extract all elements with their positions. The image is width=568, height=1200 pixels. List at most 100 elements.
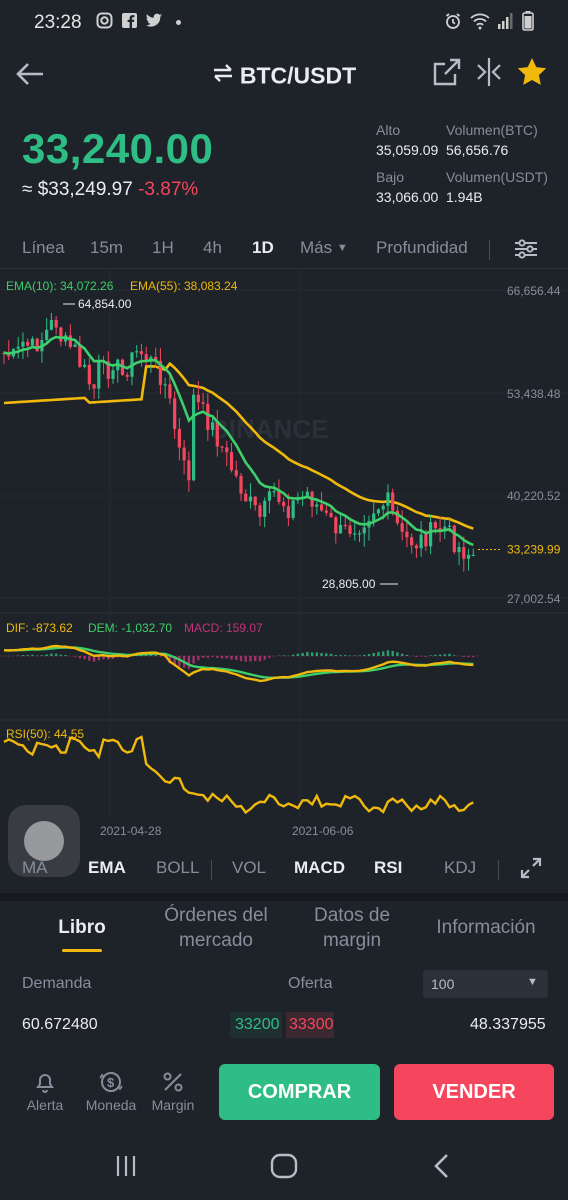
tf-more[interactable]: Más ▼ [300,238,348,258]
candle-body [315,504,319,507]
tab-libro[interactable]: Libro [40,915,124,940]
candle-body [433,522,437,529]
last-price: 33,240.00 [22,125,214,172]
vol-usdt-stat: Volumen(USDT) 1.94B [446,169,548,205]
candle-body [192,394,196,481]
ind-rsi[interactable]: RSI [374,858,402,878]
candle-body [163,384,167,386]
tf-15m[interactable]: 15m [90,238,123,258]
ind-ma[interactable]: MA [22,858,48,878]
depth-select-value: 100 [431,976,455,992]
tf-divider [489,240,490,260]
tf-line[interactable]: Línea [22,238,65,258]
tf-depth[interactable]: Profundidad [376,238,468,258]
tab-market-orders-line1: Órdenes del [164,905,268,926]
favorite-star-icon[interactable] [516,56,548,93]
status-bar: 23:28 [0,0,568,44]
macd-bar [306,652,309,656]
rsi-path [3,735,474,815]
macd-bar [235,656,238,661]
ask-qty: 48.337955 [470,1016,546,1033]
tf-4h[interactable]: 4h [203,238,222,258]
candle-body [234,470,238,476]
macd-bar [400,653,404,656]
price-chart[interactable]: BINANCE EMA(10): 34,072.26 EMA(55): 38,0… [0,268,568,858]
ind-vol[interactable]: VOL [232,858,266,878]
candle-body [177,429,181,448]
macd-bar [348,655,352,656]
macd-bar [225,656,228,659]
candle-body [447,525,452,527]
chart-settings-icon[interactable] [513,238,539,265]
back-icon[interactable] [432,1153,452,1184]
notification-dot-icon [176,20,181,25]
high-stat: Alto 35,059.09 [376,122,438,158]
ind-kdj[interactable]: KDJ [444,858,476,878]
ind-macd[interactable]: MACD [294,858,345,878]
candle-body [391,492,395,511]
assistant-dot-icon [24,821,64,861]
margin-button[interactable]: Margin [148,1070,198,1113]
macd-bar [187,656,191,669]
macd-bar [201,656,205,658]
macd-bar [391,650,394,656]
macd-bar [154,654,157,656]
facebook-icon [121,12,138,34]
macd-bar [448,653,451,656]
tab-info[interactable]: Información [424,915,548,940]
recent-apps-icon[interactable] [114,1154,138,1183]
candle-body [457,547,461,553]
price-fiat: ≈ $33,249.97 -3.87% [22,179,213,201]
buy-button[interactable]: COMPRAR [219,1064,380,1120]
header-bar: BTC/USDT [0,44,568,104]
candle-body [229,452,234,471]
macd-bar [73,656,77,657]
macd-bar [358,655,361,656]
ind-boll[interactable]: BOLL [156,858,199,878]
ema55-line [3,361,474,530]
tf-1h[interactable]: 1H [152,238,174,258]
candle-body [73,344,77,347]
alert-button[interactable]: Alerta [20,1070,70,1113]
macd-bar [438,654,442,656]
depth-select[interactable]: 100 ▼ [423,970,548,998]
tab-market-orders[interactable]: Órdenes del mercado [150,903,282,953]
sell-button[interactable]: VENDER [394,1064,554,1120]
tab-margin-data[interactable]: Datos de margin [300,903,404,953]
ema55-path [3,361,474,530]
candle-body [92,384,96,389]
candle-body [291,500,295,519]
tf-1d[interactable]: 1D [252,238,274,258]
candle-body [462,547,466,559]
candle-body [277,491,281,502]
compare-icon[interactable] [475,57,503,92]
low-value: 33,066.00 [376,189,439,205]
candle-body [381,505,385,510]
home-icon[interactable] [270,1153,298,1184]
candle-body [400,523,404,532]
macd-bar [197,656,200,661]
macd-bar [434,654,437,656]
candle-body [466,554,471,559]
macd-bar [419,656,423,657]
macd-bar [35,655,39,656]
candle-body [319,504,324,511]
macd-bar [220,656,224,659]
macd-bar [258,656,262,662]
chart-watermark: BINANCE [210,414,328,444]
battery-icon [522,11,534,36]
share-icon[interactable] [433,58,461,91]
macd-bar [424,656,428,657]
candle-body [414,545,418,549]
candle-body [353,533,357,535]
coin-button[interactable]: $ Moneda [82,1070,140,1113]
candle-body [82,364,87,367]
alarm-icon [444,12,462,35]
vol-usdt-value: 1.94B [446,189,483,205]
swap-icon [212,62,234,90]
ind-ema[interactable]: EMA [88,858,126,878]
fullscreen-icon[interactable] [520,857,542,884]
candle-body [144,354,148,361]
fiat-approx: ≈ $33,249.97 [22,179,133,200]
candle-body [59,327,63,342]
